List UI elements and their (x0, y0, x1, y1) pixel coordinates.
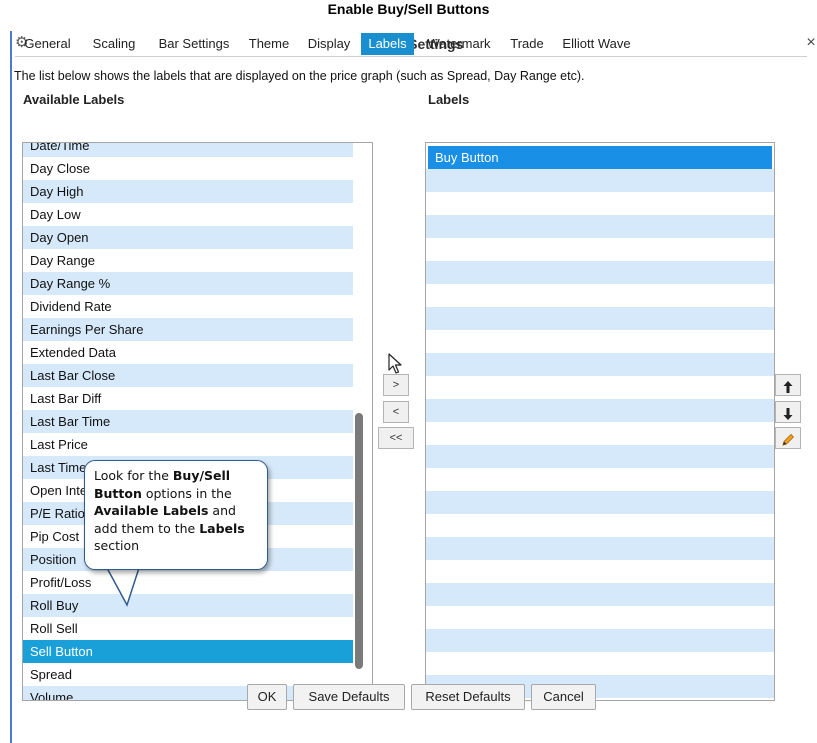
list-item[interactable]: Last Bar Time (23, 410, 353, 433)
list-item[interactable]: Last Price (23, 433, 353, 456)
empty-row (426, 330, 774, 353)
scrollbar-thumb[interactable] (355, 413, 363, 669)
empty-row (426, 169, 774, 192)
tab-watermark[interactable]: Watermark (417, 33, 501, 55)
empty-row (426, 399, 774, 422)
tab-elliott-wave[interactable]: Elliott Wave (554, 33, 639, 55)
list-item[interactable]: Dividend Rate (23, 295, 353, 318)
empty-row (426, 491, 774, 514)
edit-button[interactable] (775, 427, 801, 449)
empty-row (426, 583, 774, 606)
empty-row (426, 215, 774, 238)
empty-row (426, 606, 774, 629)
list-item[interactable]: Roll Buy (23, 594, 353, 617)
callout-bold-text: Available Labels (94, 503, 209, 518)
list-item[interactable]: Last Bar Close (23, 364, 353, 387)
empty-row (426, 560, 774, 583)
reset-defaults-button[interactable]: Reset Defaults (411, 684, 525, 710)
available-labels-header: Available Labels (23, 92, 125, 107)
tab-display[interactable]: Display (298, 33, 360, 55)
list-item[interactable]: Day Range (23, 249, 353, 272)
list-item[interactable]: Day High (23, 180, 353, 203)
empty-row (426, 445, 774, 468)
cancel-button[interactable]: Cancel (531, 684, 596, 710)
mouse-cursor-icon (388, 353, 402, 374)
empty-row (426, 468, 774, 491)
labels-list[interactable]: Buy Button (425, 142, 775, 701)
list-item[interactable]: Roll Sell (23, 617, 353, 640)
ok-button[interactable]: OK (247, 684, 287, 710)
empty-row (426, 261, 774, 284)
empty-row (426, 192, 774, 215)
list-item[interactable]: Spread (23, 663, 353, 686)
list-item[interactable]: Day Low (23, 203, 353, 226)
callout-bold-text: Labels (199, 520, 245, 536)
callout-text: Look for the (94, 468, 173, 483)
tip-callout: Look for the Buy/Sell Button options in … (84, 460, 268, 570)
tab-scaling[interactable]: Scaling (83, 33, 145, 55)
empty-row (426, 238, 774, 261)
move-up-button[interactable] (775, 374, 801, 396)
pencil-icon (782, 433, 795, 446)
empty-row (426, 514, 774, 537)
list-item[interactable]: Profit/Loss (23, 571, 353, 594)
list-item-selected[interactable]: Sell Button (23, 640, 353, 663)
list-item-selected[interactable]: Buy Button (428, 146, 772, 169)
empty-row (426, 353, 774, 376)
list-item[interactable]: Earnings Per Share (23, 318, 353, 341)
empty-row (426, 284, 774, 307)
empty-row (426, 629, 774, 652)
callout-text: options in the (141, 485, 232, 501)
description-text: The list below shows the labels that are… (14, 69, 585, 83)
list-item[interactable]: Day Close (23, 157, 353, 180)
close-icon[interactable]: × (803, 34, 817, 52)
add-button[interactable]: > (383, 374, 409, 396)
callout-pointer (106, 567, 140, 607)
list-item[interactable]: Extended Data (23, 341, 353, 364)
empty-row (426, 376, 774, 399)
list-item[interactable]: Date/Time (23, 143, 353, 157)
empty-row (426, 537, 774, 560)
remove-all-button[interactable]: << (378, 427, 414, 449)
save-defaults-button[interactable]: Save Defaults (293, 684, 405, 710)
tab-bar-settings[interactable]: Bar Settings (148, 33, 240, 55)
page-title: Enable Buy/Sell Buttons (327, 1, 490, 17)
tab-labels[interactable]: Labels (361, 33, 414, 55)
empty-row (426, 422, 774, 445)
labels-header: Labels (428, 92, 470, 107)
tab-trade[interactable]: Trade (503, 33, 551, 55)
move-down-button[interactable] (775, 401, 801, 423)
arrow-down-icon (783, 407, 793, 420)
list-item[interactable]: Last Bar Diff (23, 387, 353, 410)
remove-button[interactable]: < (383, 401, 409, 423)
list-item[interactable]: Day Open (23, 226, 353, 249)
list-item[interactable]: Day Range % (23, 272, 353, 295)
arrow-up-icon (783, 380, 793, 393)
empty-row (426, 652, 774, 675)
available-labels-list[interactable]: Date/Time Day Close Day High Day Low Day… (22, 142, 373, 701)
callout-text: section (94, 538, 140, 553)
tab-divider (15, 56, 807, 57)
empty-row (426, 307, 774, 330)
tab-general[interactable]: General (15, 33, 80, 55)
tab-theme[interactable]: Theme (243, 33, 295, 55)
